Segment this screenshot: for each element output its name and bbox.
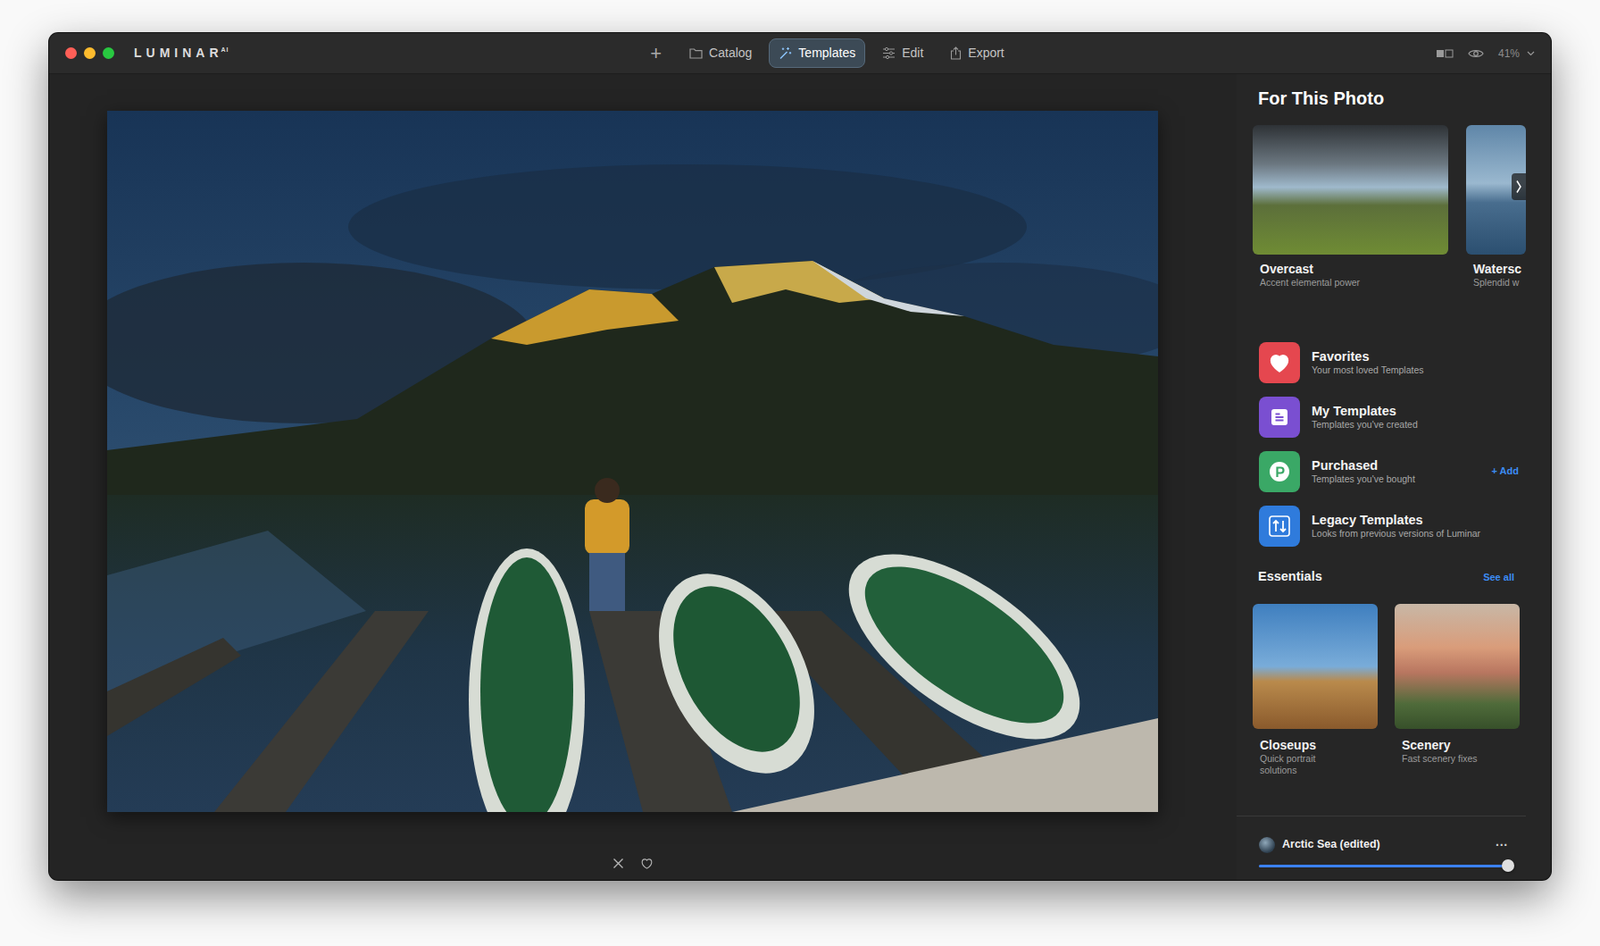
suggestion-carousel: OvercastAccent elemental power WaterscSpl…: [1252, 125, 1526, 289]
template-title: Overcast: [1259, 261, 1449, 277]
category-thumbnail[interactable]: [1394, 603, 1520, 729]
heart-icon: [1258, 341, 1300, 384]
essentials-header: Essentials See all: [1258, 566, 1515, 587]
template-thumbnail[interactable]: [1252, 125, 1449, 255]
folder-icon: [689, 47, 703, 59]
template-thumbnail-icon: [1258, 836, 1275, 853]
document-icon: [1258, 396, 1300, 438]
collection-title: Purchased: [1311, 458, 1481, 474]
collection-title: Legacy Templates: [1311, 512, 1526, 528]
templates-tab[interactable]: Templates: [768, 38, 866, 68]
tab-label: Edit: [901, 43, 924, 63]
template-thumbnail[interactable]: [1466, 125, 1526, 255]
collection-item[interactable]: My TemplatesTemplates you've created: [1258, 389, 1526, 444]
photo: [107, 110, 1159, 812]
panel-heading: For This Photo: [1258, 87, 1526, 109]
collection-subtitle: Looks from previous versions of Luminar: [1311, 527, 1526, 540]
collection-title: Favorites: [1311, 349, 1526, 365]
collection-subtitle: Your most loved Templates: [1311, 364, 1526, 376]
slider-thumb[interactable]: [1501, 858, 1515, 872]
tab-label: Catalog: [708, 43, 752, 63]
slider-fill: [1258, 864, 1509, 867]
zoom-menu[interactable]: 41%: [1498, 45, 1535, 62]
chevron-down-icon: [1526, 50, 1535, 57]
window-controls: [65, 47, 115, 59]
applied-template: Arctic Sea (edited) ···: [1236, 815, 1526, 880]
amount-slider[interactable]: [1258, 864, 1514, 867]
more-menu-button[interactable]: ···: [1491, 838, 1512, 851]
template-subtitle: Splendid w: [1473, 276, 1526, 289]
template-card[interactable]: WaterscSplendid w: [1466, 125, 1526, 289]
coin-icon: [1258, 450, 1300, 492]
app-window: LUMINARAI + Catalog Templates Edit Export 41% F…: [49, 33, 1551, 880]
app-badge: AI: [221, 46, 230, 53]
add-button[interactable]: + Add: [1491, 463, 1519, 479]
collection-subtitle: Templates you've bought: [1311, 473, 1481, 485]
collection-list: FavoritesYour most loved TemplatesMy Tem…: [1252, 334, 1526, 553]
category-title: Closeups: [1259, 737, 1353, 753]
minimize-button[interactable]: [83, 47, 96, 59]
collection-item[interactable]: Legacy TemplatesLooks from previous vers…: [1258, 498, 1526, 553]
photo-viewer: [49, 74, 1237, 880]
arrows-icon: [1258, 505, 1300, 547]
collection-item[interactable]: FavoritesYour most loved Templates: [1258, 334, 1526, 390]
edit-tab[interactable]: Edit: [872, 38, 934, 68]
title-bar: LUMINARAI + Catalog Templates Edit Export 41%: [49, 33, 1551, 75]
zoom-button[interactable]: [102, 47, 115, 59]
favorite-heart-icon[interactable]: [640, 856, 654, 870]
wand-icon: [778, 46, 792, 60]
close-button[interactable]: [65, 47, 77, 59]
eye-icon[interactable]: [1467, 48, 1484, 59]
category-subtitle: Quick portrait solutions: [1259, 752, 1353, 776]
templates-panel: For This Photo OvercastAccent elemental p…: [1236, 74, 1551, 880]
sliders-icon: [882, 47, 896, 59]
app-logo: LUMINARAI: [133, 43, 230, 63]
essentials-card[interactable]: CloseupsQuick portrait solutions: [1252, 603, 1378, 776]
category-thumbnail[interactable]: [1252, 603, 1378, 729]
template-card[interactable]: OvercastAccent elemental power: [1252, 125, 1449, 289]
category-title: Scenery: [1401, 737, 1495, 753]
share-icon: [950, 46, 962, 60]
arrow-right-icon[interactable]: [1511, 173, 1526, 200]
see-all-link[interactable]: See all: [1483, 569, 1515, 585]
collection-subtitle: Templates you've created: [1311, 418, 1526, 431]
template-title: Watersc: [1473, 261, 1526, 277]
applied-template-name: Arctic Sea (edited): [1282, 835, 1485, 853]
add-button[interactable]: +: [639, 43, 673, 64]
compare-icon[interactable]: [1435, 48, 1454, 59]
export-tab[interactable]: Export: [940, 38, 1014, 68]
essentials-card[interactable]: SceneryFast scenery fixes: [1394, 603, 1520, 776]
app-title: LUMINAR: [133, 45, 224, 60]
category-subtitle: Fast scenery fixes: [1401, 752, 1495, 765]
collection-title: My Templates: [1311, 403, 1526, 419]
main-tabs: + Catalog Templates Edit Export: [639, 38, 1015, 68]
zoom-level: 41%: [1498, 45, 1520, 62]
tab-label: Templates: [798, 43, 856, 63]
tab-label: Export: [967, 43, 1004, 63]
collection-item[interactable]: PurchasedTemplates you've bought + Add: [1258, 443, 1526, 499]
essentials-list: CloseupsQuick portrait solutionsSceneryF…: [1252, 603, 1526, 776]
section-title: Essentials: [1258, 566, 1323, 587]
reject-icon[interactable]: [612, 857, 625, 869]
catalog-tab[interactable]: Catalog: [679, 38, 762, 68]
template-subtitle: Accent elemental power: [1259, 276, 1449, 289]
